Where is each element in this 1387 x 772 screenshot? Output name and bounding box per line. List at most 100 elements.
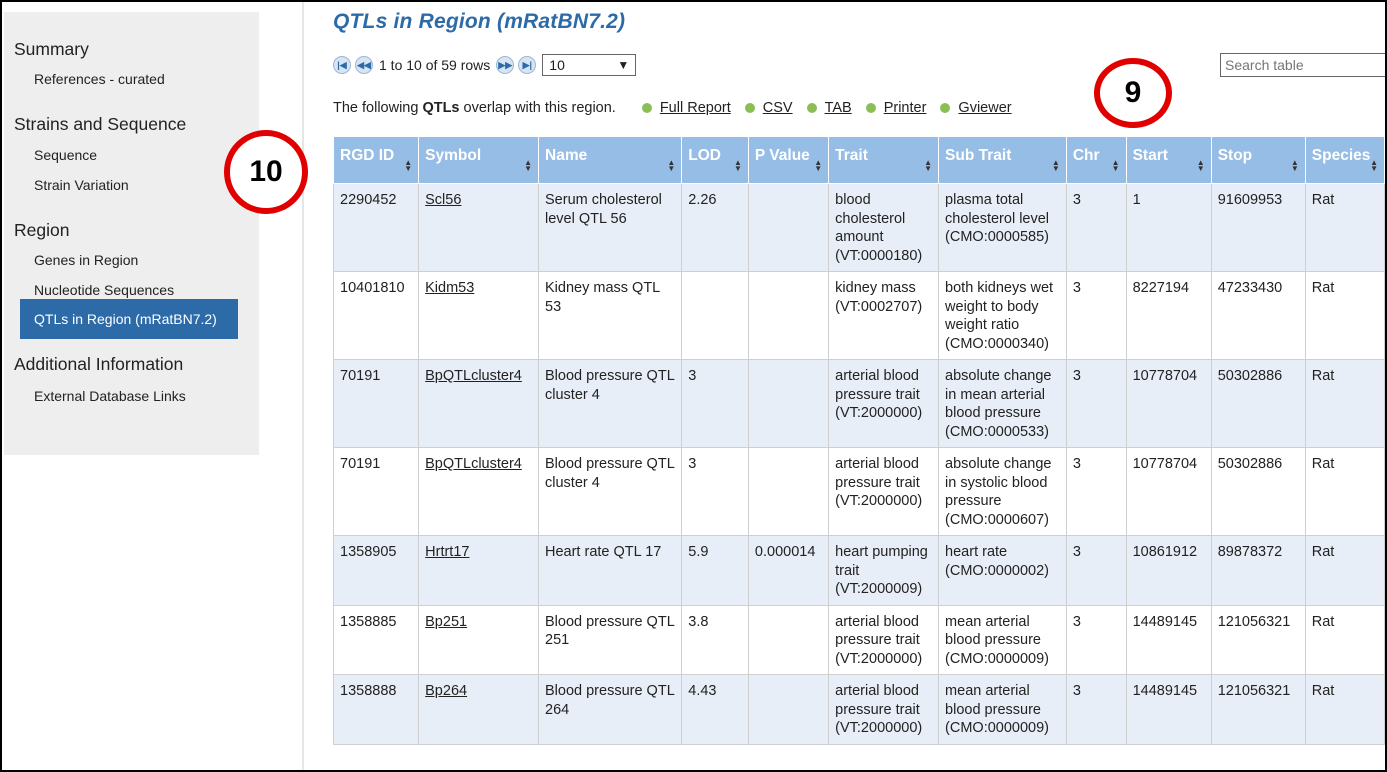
csv-link[interactable]: CSV xyxy=(763,100,793,116)
p-value-cell xyxy=(747,674,830,745)
lod-cell: 3 xyxy=(681,359,749,448)
sort-icon: ▲ ▼ xyxy=(1290,158,1299,173)
column-header-species[interactable]: Species ▲ ▼ xyxy=(1304,136,1385,184)
gviewer-link[interactable]: Gviewer xyxy=(958,100,1011,116)
column-header-trait[interactable]: Trait ▲ ▼ xyxy=(828,136,940,184)
last-page-icon[interactable]: ▶| xyxy=(518,56,537,74)
column-label: RGD ID xyxy=(340,147,395,164)
sub-trait-cell: plasma total cholesterol level (CMO:0000… xyxy=(938,183,1067,272)
trait-cell: kidney mass (VT:0002707) xyxy=(828,271,940,360)
symbol-link[interactable]: Bp251 xyxy=(425,614,467,630)
column-header-stop[interactable]: Stop ▲ ▼ xyxy=(1210,136,1306,184)
table-row: 1358885 Bp251 Blood pressure QTL 251 3.8 art… xyxy=(332,604,1385,675)
bullet-icon xyxy=(865,103,876,113)
column-header-sub-trait[interactable]: Sub Trait ▲ ▼ xyxy=(938,136,1067,184)
symbol-link[interactable]: BpQTLcluster4 xyxy=(425,456,522,472)
export-links-line: The following QTLs overlap with this reg… xyxy=(333,100,1012,116)
sort-icon: ▲ ▼ xyxy=(524,158,532,173)
page-title: QTLs in Region (mRatBN7.2) xyxy=(333,10,626,33)
name-cell: Blood pressure QTL 264 xyxy=(537,674,683,745)
trait-cell: arterial blood pressure trait (VT:200000… xyxy=(828,359,940,448)
species-cell: Rat xyxy=(1304,674,1385,745)
previous-page-icon[interactable]: ◀◀ xyxy=(355,56,373,74)
full-report-link[interactable]: Full Report xyxy=(660,100,731,116)
sort-icon: ▲ ▼ xyxy=(1051,158,1060,173)
sidebar-item-nucleotide-sequences[interactable]: Nucleotide Sequences xyxy=(34,282,174,298)
column-header-name[interactable]: Name ▲ ▼ xyxy=(537,136,683,184)
column-header-chr[interactable]: Chr ▲ ▼ xyxy=(1065,136,1127,184)
column-header-lod[interactable]: LOD ▲ ▼ xyxy=(681,136,749,184)
species-cell: Rat xyxy=(1304,447,1385,536)
column-header-rgd-id[interactable]: RGD ID ▲ ▼ xyxy=(332,136,420,184)
sidebar-item-references[interactable]: References - curated xyxy=(34,71,165,87)
sort-icon: ▲ ▼ xyxy=(734,158,742,173)
rgd-id-cell: 70191 xyxy=(332,359,420,448)
printer-link[interactable]: Printer xyxy=(884,100,927,116)
symbol-link[interactable]: BpQTLcluster4 xyxy=(425,368,522,384)
column-header-symbol[interactable]: Symbol ▲ ▼ xyxy=(418,136,539,184)
sort-icon: ▲ ▼ xyxy=(1111,158,1120,173)
column-label: Start xyxy=(1132,147,1168,164)
p-value-cell xyxy=(747,183,830,272)
p-value-cell xyxy=(747,447,830,536)
sidebar-section-summary[interactable]: Summary xyxy=(14,39,89,60)
symbol-link[interactable]: Scl56 xyxy=(425,192,461,208)
lod-cell: 5.9 xyxy=(681,535,749,606)
sub-trait-cell: heart rate (CMO:0000002) xyxy=(938,535,1067,606)
sort-icon: ▲ ▼ xyxy=(924,158,933,173)
chr-cell: 3 xyxy=(1065,447,1127,536)
annotation-circle-9: 9 xyxy=(1094,58,1172,128)
stop-cell: 91609953 xyxy=(1210,183,1306,272)
symbol-cell: BpQTLcluster4 xyxy=(418,359,539,448)
screenshot-frame: Summary References - curated Strains and… xyxy=(0,0,1387,772)
trait-cell: arterial blood pressure trait (VT:200000… xyxy=(828,447,940,536)
symbol-link[interactable]: Hrtrt17 xyxy=(425,544,469,560)
sub-trait-cell: mean arterial blood pressure (CMO:000000… xyxy=(938,604,1067,675)
page-size-select[interactable]: 10 ▼ xyxy=(542,54,637,76)
search-table-input[interactable] xyxy=(1220,53,1385,77)
symbol-cell: Bp264 xyxy=(418,674,539,745)
sidebar-item-sequence[interactable]: Sequence xyxy=(34,147,97,163)
start-cell: 10778704 xyxy=(1125,359,1212,448)
sidebar-section-strains[interactable]: Strains and Sequence xyxy=(14,114,186,135)
species-cell: Rat xyxy=(1304,183,1385,272)
sidebar-section-additional-information[interactable]: Additional Information xyxy=(14,354,183,375)
symbol-link[interactable]: Bp264 xyxy=(425,683,467,699)
start-cell: 10861912 xyxy=(1125,535,1212,606)
stop-cell: 47233430 xyxy=(1210,271,1306,360)
species-cell: Rat xyxy=(1304,604,1385,675)
rgd-id-cell: 2290452 xyxy=(332,183,420,272)
column-header-p-value[interactable]: P Value ▲ ▼ xyxy=(747,136,830,184)
sidebar-item-qtls-in-region[interactable]: QTLs in Region (mRatBN7.2) xyxy=(20,299,238,339)
column-header-start[interactable]: Start ▲ ▼ xyxy=(1125,136,1212,184)
sort-icon: ▲ ▼ xyxy=(667,158,676,173)
p-value-cell xyxy=(747,604,830,675)
trait-cell: arterial blood pressure trait (VT:200000… xyxy=(828,604,940,675)
bullet-icon xyxy=(641,103,652,113)
chr-cell: 3 xyxy=(1065,271,1127,360)
first-page-icon[interactable]: |◀ xyxy=(333,56,351,74)
rgd-id-cell: 1358888 xyxy=(332,674,420,745)
chr-cell: 3 xyxy=(1065,183,1127,272)
symbol-link[interactable]: Kidm53 xyxy=(425,280,474,296)
symbol-cell: BpQTLcluster4 xyxy=(418,447,539,536)
name-cell: Blood pressure QTL 251 xyxy=(537,604,683,675)
column-label: Sub Trait xyxy=(945,147,1012,164)
symbol-cell: Hrtrt17 xyxy=(418,535,539,606)
start-cell: 14489145 xyxy=(1125,674,1212,745)
lod-cell xyxy=(681,271,749,360)
sidebar-item-genes-in-region[interactable]: Genes in Region xyxy=(34,252,138,268)
tab-link[interactable]: TAB xyxy=(825,100,852,116)
trait-cell: blood cholesterol amount (VT:0000180) xyxy=(828,183,940,272)
stop-cell: 50302886 xyxy=(1210,447,1306,536)
sub-trait-cell: both kidneys wet weight to body weight r… xyxy=(938,271,1067,360)
sidebar-section-region[interactable]: Region xyxy=(14,220,69,241)
stop-cell: 89878372 xyxy=(1210,535,1306,606)
sidebar-item-external-database-links[interactable]: External Database Links xyxy=(34,388,186,404)
bullet-icon xyxy=(744,103,755,113)
sidebar-item-strain-variation[interactable]: Strain Variation xyxy=(34,177,129,193)
start-cell: 10778704 xyxy=(1125,447,1212,536)
stop-cell: 121056321 xyxy=(1210,604,1306,675)
next-page-icon[interactable]: ▶▶ xyxy=(496,56,515,74)
overlap-text-post: overlap with this region. xyxy=(463,100,616,116)
